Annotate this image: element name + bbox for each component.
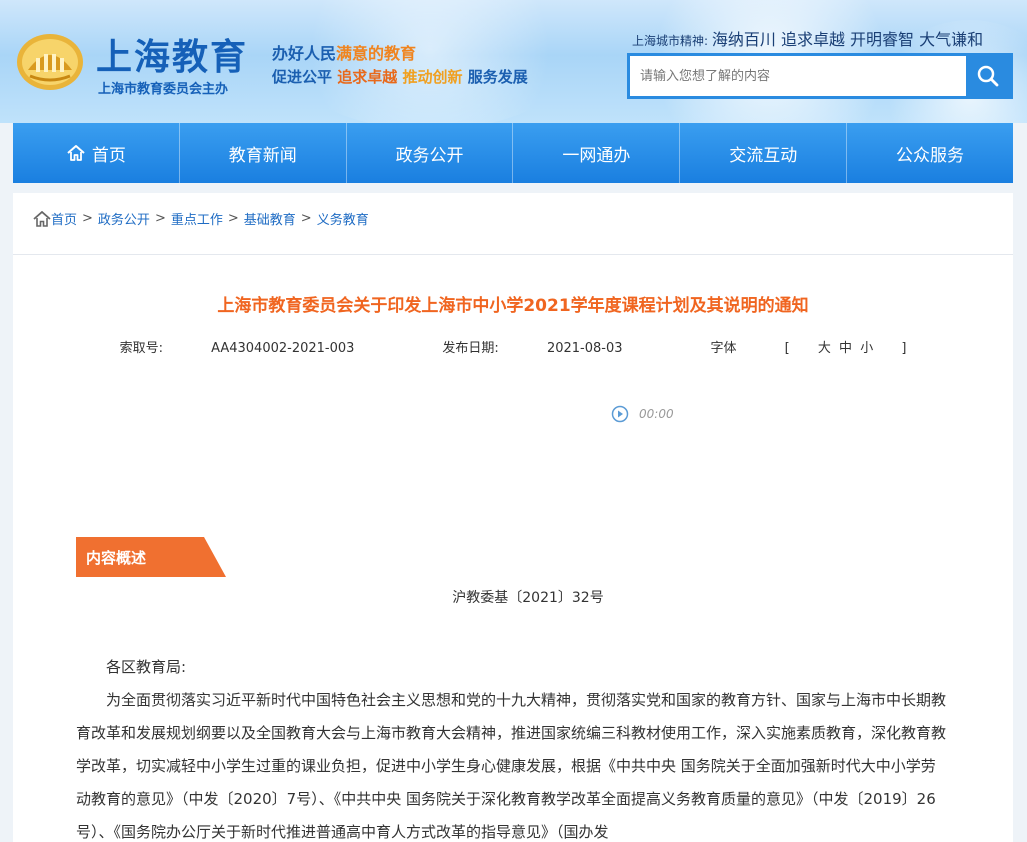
slogan-text: 推动创新	[402, 68, 463, 86]
bracket: ]	[901, 341, 907, 356]
index-label: 索取号:	[119, 341, 163, 356]
nav-item-label: 一网通办	[562, 145, 631, 166]
search-box	[627, 53, 1013, 99]
index-number: 索取号: AA4304002-2021-003	[98, 337, 377, 356]
audio-player: 00:00	[611, 405, 674, 423]
date-label: 发布日期:	[442, 341, 499, 356]
nav-item-government-affairs[interactable]: 政务公开	[347, 123, 514, 183]
breadcrumb-separator: >	[227, 211, 239, 226]
article-title: 上海市教育委员会关于印发上海市中小学2021学年度课程计划及其说明的通知	[217, 296, 809, 316]
breadcrumb-separator: >	[154, 211, 166, 226]
section-tag-label: 内容概述	[86, 548, 147, 567]
slogan-highlight: 满意的教育	[336, 44, 417, 63]
font-size-control: 字体 [ 大 中 小 ]	[689, 337, 929, 356]
article-body: 各区教育局: 为全面贯彻落实习近平新时代中国特色社会主义思想和党的十九大精神，贯…	[76, 651, 950, 842]
main-nav: 首页 教育新闻 政务公开 一网通办 交流互动 公众服务	[13, 123, 1013, 183]
nav-item-label: 教育新闻	[228, 145, 297, 166]
city-spirit-label: 上海城市精神:	[632, 34, 709, 48]
home-icon	[33, 210, 51, 227]
nav-item-public-services[interactable]: 公众服务	[847, 123, 1013, 183]
nav-item-label: 首页	[91, 145, 126, 166]
city-spirit-text: 海纳百川 追求卓越 开明睿智 大气谦和	[711, 30, 984, 49]
document-number: 沪教委基〔2021〕32号	[452, 590, 604, 606]
font-size-large[interactable]: 大	[818, 341, 831, 356]
section-tag-summary: 内容概述	[76, 537, 226, 577]
article-container: 上海市教育委员会关于印发上海市中小学2021学年度课程计划及其说明的通知 索取号…	[13, 255, 1013, 842]
nav-item-label: 交流互动	[729, 145, 798, 166]
breadcrumb-link-key-work[interactable]: 重点工作	[171, 209, 223, 228]
nav-item-interaction[interactable]: 交流互动	[680, 123, 848, 183]
play-button[interactable]	[611, 405, 629, 423]
slogan-text: 办好人民	[272, 44, 337, 63]
home-icon	[66, 143, 86, 163]
breadcrumb-bar: 首页 > 政务公开 > 重点工作 > 基础教育 > 义务教育	[13, 193, 1013, 255]
date-value: 2021-08-03	[546, 341, 623, 356]
salutation: 各区教育局:	[106, 658, 187, 676]
nav-item-label: 政务公开	[395, 145, 464, 166]
city-spirit: 上海城市精神: 海纳百川 追求卓越 开明睿智 大气谦和	[632, 26, 983, 50]
play-icon	[611, 405, 629, 423]
breadcrumb-separator: >	[82, 211, 93, 226]
nav-item-home[interactable]: 首页	[13, 123, 180, 183]
nav-item-one-network[interactable]: 一网通办	[513, 123, 681, 183]
site-logo-subtitle: 上海市教育委员会主办	[98, 82, 229, 97]
breadcrumb-link-home[interactable]: 首页	[51, 209, 77, 228]
font-size-medium[interactable]: 中	[839, 341, 852, 356]
slogan-text: 追求卓越	[337, 68, 398, 86]
breadcrumb-separator: >	[300, 211, 312, 226]
slogan-text: 促进公平	[272, 68, 333, 86]
breadcrumb: 首页 > 政务公开 > 重点工作 > 基础教育 > 义务教育	[33, 209, 369, 228]
article-meta: 索取号: AA4304002-2021-003 发布日期: 2021-08-03…	[13, 337, 1013, 356]
site-header: 上海教育 上海市教育委员会主办 办好人民满意的教育 促进公平 追求卓越 推动创新…	[0, 0, 1027, 123]
body-paragraph: 为全面贯彻落实习近平新时代中国特色社会主义思想和党的十九大精神，贯彻落实党和国家…	[76, 691, 947, 841]
search-button[interactable]	[966, 56, 1010, 96]
font-size-label: 字体	[710, 341, 737, 356]
nav-item-education-news[interactable]: 教育新闻	[180, 123, 347, 183]
bracket: [	[784, 341, 790, 356]
slogan-line2: 促进公平 追求卓越 推动创新 服务发展	[272, 66, 528, 87]
breadcrumb-link-compulsory-education[interactable]: 义务教育	[317, 209, 369, 228]
slogan-line1: 办好人民满意的教育	[272, 40, 416, 64]
publish-date: 发布日期: 2021-08-03	[420, 337, 644, 356]
breadcrumb-link-basic-education[interactable]: 基础教育	[244, 209, 296, 228]
index-value: AA4304002-2021-003	[211, 341, 355, 356]
logo-emblem-icon[interactable]	[16, 32, 84, 92]
audio-time: 00:00	[639, 407, 674, 421]
nav-item-label: 公众服务	[896, 145, 965, 166]
site-logo-title[interactable]: 上海教育	[96, 28, 248, 80]
search-icon	[977, 65, 999, 87]
breadcrumb-link-government[interactable]: 政务公开	[98, 209, 150, 228]
slogan-text: 服务发展	[467, 68, 528, 86]
search-input[interactable]	[630, 56, 966, 96]
font-size-small[interactable]: 小	[860, 341, 873, 356]
